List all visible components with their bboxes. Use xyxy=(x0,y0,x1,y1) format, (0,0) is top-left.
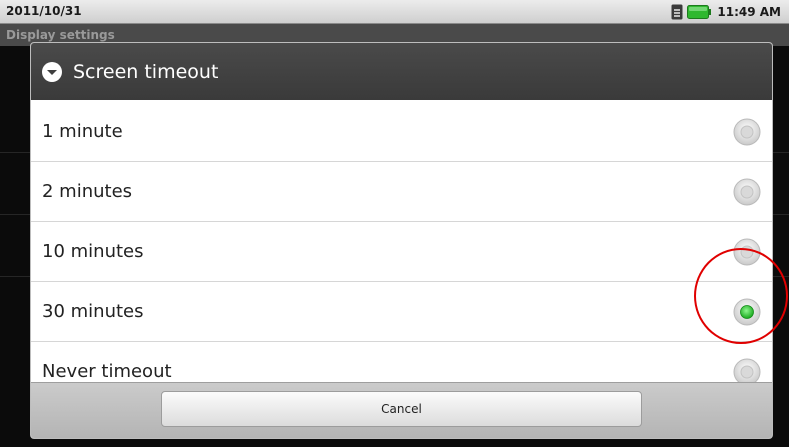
radio-selected-icon[interactable] xyxy=(732,297,762,327)
dialog-header: Screen timeout xyxy=(31,43,772,102)
sim-card-icon xyxy=(671,4,683,20)
option-label: 30 minutes xyxy=(42,301,144,322)
timeout-option-1-minute[interactable]: 1 minute xyxy=(31,102,772,162)
option-label: 2 minutes xyxy=(42,181,133,202)
dialog-footer: Cancel xyxy=(31,382,772,438)
radio-unselected-icon[interactable] xyxy=(732,117,762,147)
cancel-button[interactable]: Cancel xyxy=(161,391,642,427)
radio-unselected-icon[interactable] xyxy=(732,177,762,207)
timeout-option-10-minutes[interactable]: 10 minutes xyxy=(31,222,772,282)
dialog-title: Screen timeout xyxy=(73,60,219,83)
status-date: 2011/10/31 xyxy=(6,4,82,18)
radio-unselected-icon[interactable] xyxy=(732,237,762,267)
timeout-option-30-minutes[interactable]: 30 minutes xyxy=(31,282,772,342)
option-label: 1 minute xyxy=(42,121,123,142)
circle-chevron-down-icon xyxy=(42,61,62,82)
timeout-option-2-minutes[interactable]: 2 minutes xyxy=(31,162,772,222)
status-bar: 2011/10/31 11:49 AM xyxy=(0,0,789,24)
status-icons: 11:49 AM xyxy=(671,3,781,21)
battery-icon xyxy=(687,5,712,19)
screen-timeout-dialog: Screen timeout 1 minute 2 minutes 10 min… xyxy=(30,42,773,439)
option-label: 10 minutes xyxy=(42,241,144,262)
timeout-option-list: 1 minute 2 minutes 10 minutes 30 minutes… xyxy=(31,102,772,402)
status-time: 11:49 AM xyxy=(717,5,781,19)
